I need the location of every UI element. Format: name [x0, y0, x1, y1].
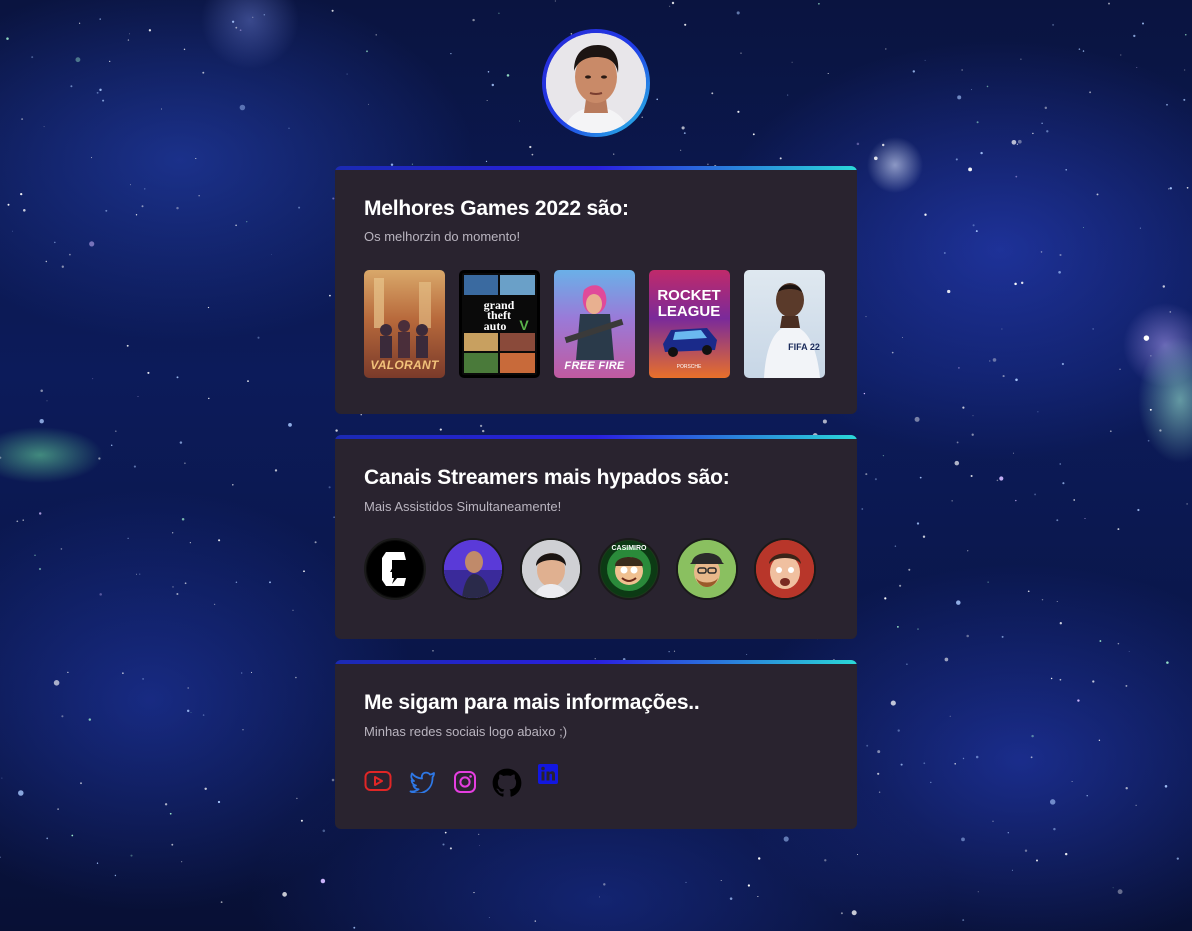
rocket-league-cover-art: ROCKET LEAGUE PORSCHE — [657, 287, 721, 370]
games-card-title: Melhores Games 2022 são: — [364, 197, 629, 220]
linkedin-link[interactable] — [538, 764, 558, 789]
social-card-title: Me sigam para mais informações.. — [364, 691, 700, 714]
svg-text:LEAGUE: LEAGUE — [658, 303, 721, 320]
game-title: VALORANT — [370, 358, 439, 372]
game-fifa-22[interactable]: FIFA 22 — [744, 270, 825, 378]
youtube-icon — [364, 771, 392, 791]
svg-text:FIFA 22: FIFA 22 — [788, 342, 820, 352]
github-icon — [492, 768, 522, 797]
social-card: Me sigam para mais informações.. Minhas … — [335, 660, 857, 829]
game-free-fire[interactable]: FREE FIRE — [554, 270, 635, 378]
svg-text:ROCKET: ROCKET — [657, 287, 720, 304]
streamers-card-subtitle: Mais Assistidos Simultaneamente! — [364, 499, 562, 514]
streamer-logo-1-icon — [367, 541, 423, 597]
streamer-avatar-3-icon — [522, 540, 580, 598]
games-list: VALORANT grand theft auto V FREE FIRE RO… — [364, 270, 825, 378]
svg-text:PORSCHE: PORSCHE — [677, 364, 702, 370]
instagram-link[interactable] — [453, 770, 477, 799]
page: Melhores Games 2022 são: Os melhorzin do… — [0, 0, 1192, 931]
instagram-icon — [454, 771, 476, 793]
svg-text:V: V — [519, 317, 529, 333]
games-card: Melhores Games 2022 são: Os melhorzin do… — [335, 166, 857, 414]
streamers-card: Canais Streamers mais hypados são: Mais … — [335, 435, 857, 639]
game-valorant[interactable]: VALORANT — [364, 270, 445, 378]
streamer-avatar-1[interactable] — [364, 538, 426, 600]
streamer-avatar-5[interactable] — [676, 538, 738, 600]
streamer-avatar-6[interactable] — [754, 538, 816, 600]
streamer-avatar-2[interactable] — [442, 538, 504, 600]
social-card-subtitle: Minhas redes sociais logo abaixo ;) — [364, 724, 568, 739]
game-rocket-league[interactable]: ROCKET LEAGUE PORSCHE — [649, 270, 730, 378]
streamer-avatar-2-icon — [444, 540, 502, 598]
profile-photo — [546, 33, 646, 133]
fifa-22-cover-art: FIFA 22 — [764, 283, 820, 378]
game-gta-v[interactable]: grand theft auto V — [459, 270, 540, 378]
profile-avatar — [542, 29, 650, 137]
casimiro-label: CASIMIRO — [612, 545, 648, 552]
gta-v-cover-art: grand theft auto V — [464, 275, 535, 373]
twitter-link[interactable] — [409, 770, 436, 798]
casimiro-logo-icon: CASIMIRO — [601, 541, 657, 597]
streamer-avatar-5-icon — [678, 540, 736, 598]
svg-text:auto: auto — [484, 319, 507, 333]
streamers-card-title: Canais Streamers mais hypados são: — [364, 466, 730, 489]
streamer-casimiro[interactable]: CASIMIRO — [598, 538, 660, 600]
streamers-list: CASIMIRO — [364, 538, 816, 600]
games-card-subtitle: Os melhorzin do momento! — [364, 229, 521, 244]
twitter-icon — [409, 771, 435, 795]
youtube-link[interactable] — [364, 770, 392, 797]
github-link[interactable] — [492, 768, 522, 803]
streamer-avatar-6-icon — [756, 540, 814, 598]
game-title: FREE FIRE — [564, 360, 625, 372]
streamer-avatar-3[interactable] — [520, 538, 582, 600]
linkedin-icon — [538, 764, 558, 784]
